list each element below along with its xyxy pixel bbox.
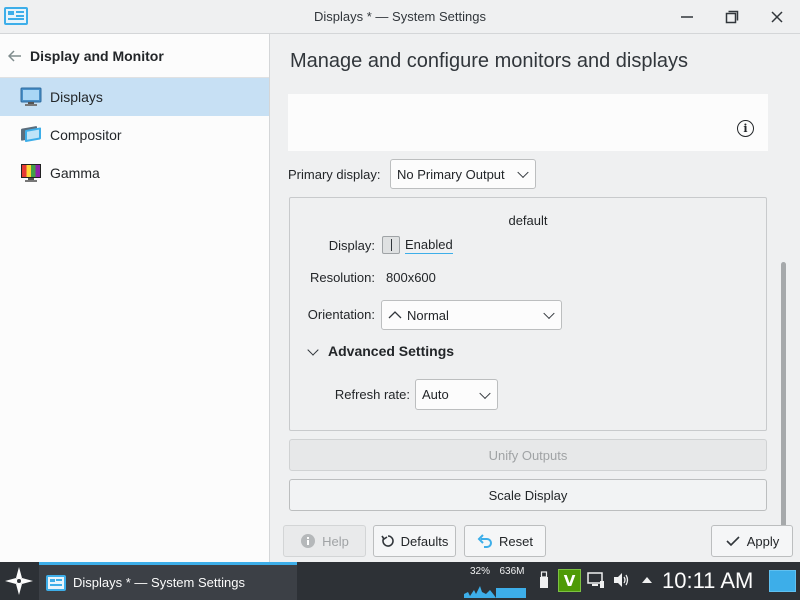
advanced-settings-toggle[interactable]: Advanced Settings (328, 343, 454, 359)
monitor-icon (20, 87, 42, 106)
title-bar: Displays * — System Settings (0, 0, 800, 34)
orientation-value: Normal (407, 307, 449, 323)
refresh-rate-label: Refresh rate: (334, 387, 410, 402)
back-arrow-icon (8, 49, 21, 62)
reset-label: Reset (499, 533, 533, 549)
info-icon[interactable]: i (737, 120, 754, 137)
clock[interactable]: 10:11 AM (662, 568, 753, 594)
chevron-down-icon (517, 166, 529, 179)
reset-button[interactable]: Reset (464, 525, 546, 557)
output-preview-area[interactable]: i (288, 94, 768, 151)
compositor-icon (21, 126, 41, 142)
tray-expand-button[interactable] (637, 570, 657, 590)
sidebar-item-compositor[interactable]: Compositor (0, 116, 269, 154)
minimize-button[interactable] (675, 6, 699, 28)
chevron-down-icon (543, 307, 555, 320)
maximize-button[interactable] (720, 6, 744, 28)
chevron-down-icon[interactable] (307, 344, 319, 356)
checkmark-icon (726, 536, 740, 547)
sidebar-header: Display and Monitor (0, 34, 269, 78)
memory-monitor[interactable]: 636M (494, 566, 530, 598)
sidebar-item-label: Compositor (50, 127, 122, 143)
toggle-icon (382, 236, 400, 254)
apply-label: Apply (746, 533, 780, 549)
unify-outputs-button[interactable]: Unify Outputs (289, 439, 767, 471)
orientation-up-icon (388, 311, 402, 319)
close-button[interactable] (765, 6, 789, 28)
help-button[interactable]: Help (283, 525, 366, 557)
sidebar-title: Display and Monitor (30, 47, 164, 64)
scrollbar[interactable] (781, 262, 786, 552)
display-enabled-value: Enabled (405, 236, 453, 254)
restore-defaults-icon (380, 535, 394, 547)
memory-value: 636M (499, 566, 525, 577)
primary-display-label: Primary display: (288, 167, 381, 182)
memory-graph-icon (496, 588, 526, 598)
refresh-rate-value: Auto (422, 387, 449, 402)
refresh-rate-select[interactable]: Auto (415, 379, 498, 410)
defaults-button[interactable]: Defaults (373, 525, 456, 557)
orientation-label: Orientation: (307, 307, 375, 322)
show-desktop-button[interactable] (769, 570, 796, 592)
network-icon[interactable] (586, 570, 606, 590)
launcher-icon (5, 567, 33, 595)
volume-icon[interactable] (611, 570, 631, 590)
taskbar: Displays * — System Settings 32% 636M V … (0, 562, 800, 600)
primary-display-select[interactable]: No Primary Output (390, 159, 536, 189)
display-enabled-toggle[interactable]: Enabled (382, 236, 453, 254)
sidebar: Display and Monitor Displays Compositor … (0, 34, 270, 562)
vim-tray-icon[interactable]: V (558, 569, 581, 592)
defaults-label: Defaults (400, 533, 449, 549)
chevron-up-icon (642, 577, 652, 583)
output-settings-group: default Display: Enabled Resolution: 800… (289, 197, 767, 431)
sidebar-item-label: Gamma (50, 165, 100, 181)
sidebar-item-label: Displays (50, 89, 103, 105)
apply-button[interactable]: Apply (711, 525, 793, 557)
minimize-icon (681, 16, 693, 18)
gamma-icon (21, 164, 41, 182)
network-wired-icon (587, 572, 604, 588)
taskbar-task-system-settings[interactable]: Displays * — System Settings (39, 562, 297, 600)
help-icon (301, 534, 316, 548)
speaker-icon (614, 573, 629, 587)
cpu-graph-icon (464, 586, 496, 598)
sidebar-item-gamma[interactable]: Gamma (0, 154, 269, 192)
sidebar-item-displays[interactable]: Displays (0, 78, 269, 116)
application-launcher[interactable] (2, 564, 36, 598)
removable-media-icon[interactable] (534, 570, 554, 590)
page-title: Manage and configure monitors and displa… (290, 50, 689, 72)
task-label: Displays * — System Settings (73, 575, 245, 590)
close-icon (771, 11, 783, 23)
output-name: default (508, 213, 548, 228)
help-label: Help (322, 533, 349, 549)
system-settings-icon (46, 574, 66, 591)
cpu-monitor[interactable]: 32% (462, 566, 498, 598)
cpu-value: 32% (469, 566, 490, 577)
restore-icon (725, 10, 739, 24)
chevron-down-icon (479, 387, 491, 399)
resolution-label: Resolution: (309, 270, 375, 285)
back-button[interactable] (0, 49, 30, 62)
orientation-select[interactable]: Normal (381, 300, 562, 330)
primary-display-value: No Primary Output (397, 166, 505, 182)
main-content: Manage and configure monitors and displa… (271, 34, 800, 562)
scale-display-button[interactable]: Scale Display (289, 479, 767, 511)
usb-drive-icon (540, 571, 548, 588)
resolution-value: 800x600 (386, 270, 436, 285)
display-label: Display: (328, 238, 375, 253)
undo-icon (477, 534, 492, 548)
